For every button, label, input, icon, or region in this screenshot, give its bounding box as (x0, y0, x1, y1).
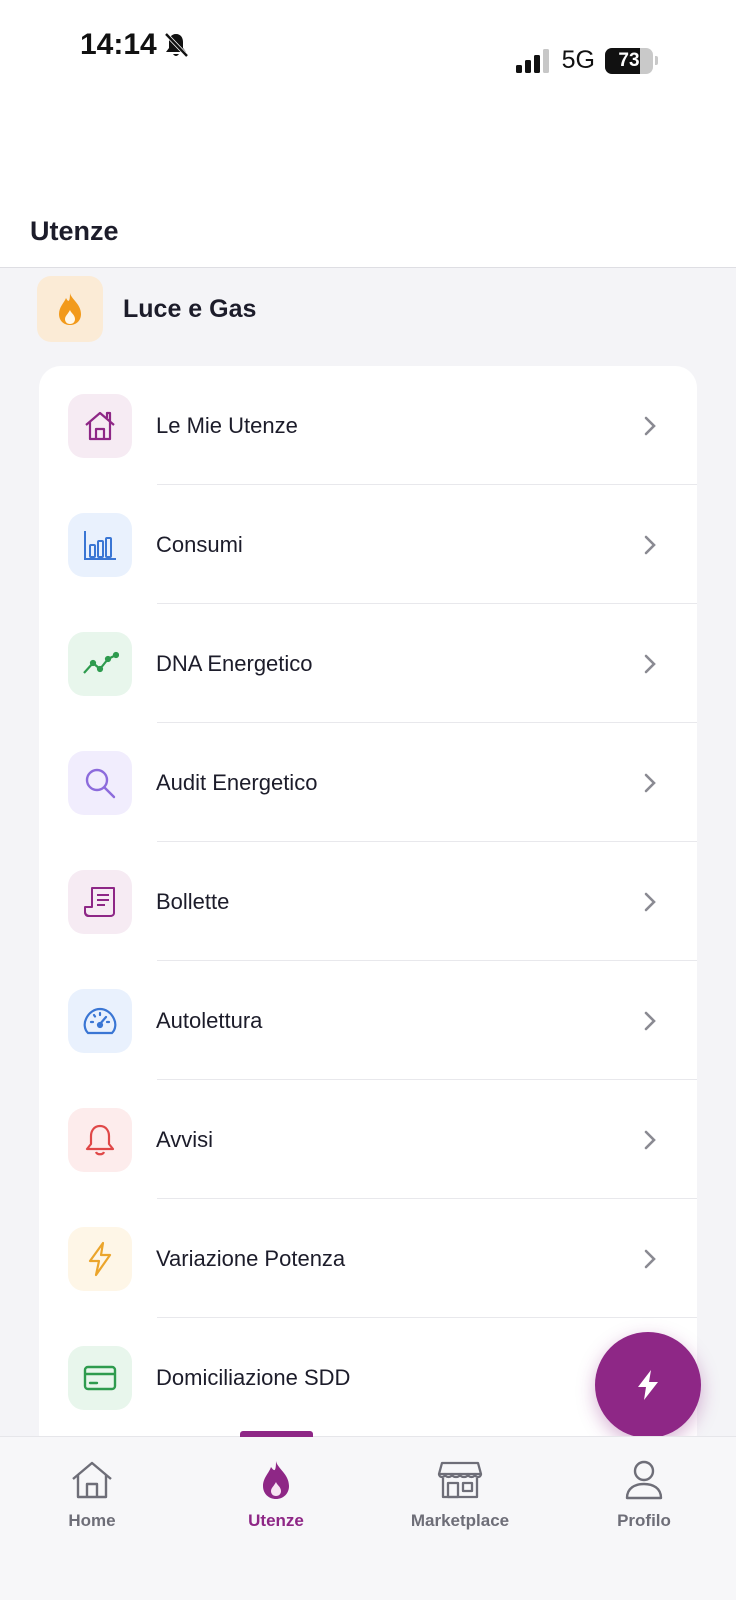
menu-item-label: DNA Energetico (156, 650, 313, 676)
menu-item-label: Autolettura (156, 1007, 263, 1033)
menu-item-dna-energetico[interactable]: DNA Energetico (39, 604, 697, 723)
chevron-right-icon (644, 535, 656, 554)
tab-home[interactable]: Home (0, 1459, 184, 1549)
menu-item-label: Bollette (156, 888, 230, 914)
top-bar: 14:14 5G 73 Utenze (0, 0, 736, 268)
house-icon (68, 393, 132, 458)
tab-label: Profilo (617, 1511, 671, 1530)
battery-icon: 73 (605, 47, 653, 74)
menu-item-audit-energetico[interactable]: Audit Energetico (39, 723, 697, 842)
lightning-icon (68, 1226, 132, 1291)
tab-marketplace[interactable]: Marketplace (368, 1459, 552, 1549)
magnifier-icon (68, 750, 132, 815)
menu-item-label: Le Mie Utenze (156, 412, 298, 438)
section-header-luce-gas: Luce e Gas (37, 276, 256, 342)
bell-icon (68, 1107, 132, 1172)
section-title: Luce e Gas (123, 294, 257, 323)
menu-item-label: Variazione Potenza (156, 1245, 346, 1271)
tab-profilo[interactable]: Profilo (552, 1459, 736, 1549)
menu-item-label: Avvisi (156, 1126, 214, 1152)
menu-item-le-mie-utenze[interactable]: Le Mie Utenze (39, 366, 697, 485)
network-label: 5G (561, 46, 595, 74)
trend-line-icon (68, 631, 132, 696)
signal-icon (515, 48, 549, 73)
bell-muted-icon (164, 32, 189, 58)
person-icon (625, 1460, 663, 1500)
house-icon (72, 1461, 112, 1499)
flame-icon (37, 276, 103, 342)
menu-item-bollette[interactable]: Bollette (39, 842, 697, 961)
lightning-icon (638, 1370, 658, 1400)
page-title: Utenze (30, 216, 119, 246)
quick-action-button[interactable] (595, 1332, 701, 1438)
chevron-right-icon (644, 654, 656, 673)
menu-item-autolettura[interactable]: Autolettura (39, 961, 697, 1080)
menu-item-avvisi[interactable]: Avvisi (39, 1080, 697, 1199)
status-time: 14:14 (80, 28, 189, 62)
menu-item-label: Consumi (156, 531, 243, 557)
active-tab-indicator (240, 1431, 313, 1437)
chevron-right-icon (644, 1249, 656, 1268)
utenze-menu-card: Le Mie Utenze Consumi DNA Energetico Aud… (39, 366, 697, 1456)
status-indicators: 5G 73 (515, 46, 658, 75)
receipt-icon (68, 869, 132, 934)
menu-item-consumi[interactable]: Consumi (39, 485, 697, 604)
chevron-right-icon (644, 1130, 656, 1149)
chevron-right-icon (644, 1011, 656, 1030)
menu-item-label: Audit Energetico (156, 769, 318, 795)
tab-utenze[interactable]: Utenze (184, 1459, 368, 1549)
gauge-icon (68, 988, 132, 1053)
credit-card-icon (68, 1345, 132, 1410)
menu-item-variazione-potenza[interactable]: Variazione Potenza (39, 1199, 697, 1318)
tab-label: Home (68, 1511, 116, 1530)
bottom-tab-bar: Home Utenze Marketplace Profilo (0, 1431, 736, 1600)
tab-label: Utenze (248, 1511, 304, 1530)
flame-icon (263, 1461, 289, 1499)
chevron-right-icon (644, 892, 656, 911)
chevron-right-icon (644, 773, 656, 792)
battery-level: 73 (618, 49, 640, 71)
store-icon (437, 1461, 483, 1499)
tab-label: Marketplace (410, 1511, 510, 1530)
bar-chart-icon (68, 512, 132, 577)
clock-text: 14:14 (80, 28, 157, 61)
chevron-right-icon (644, 416, 656, 435)
